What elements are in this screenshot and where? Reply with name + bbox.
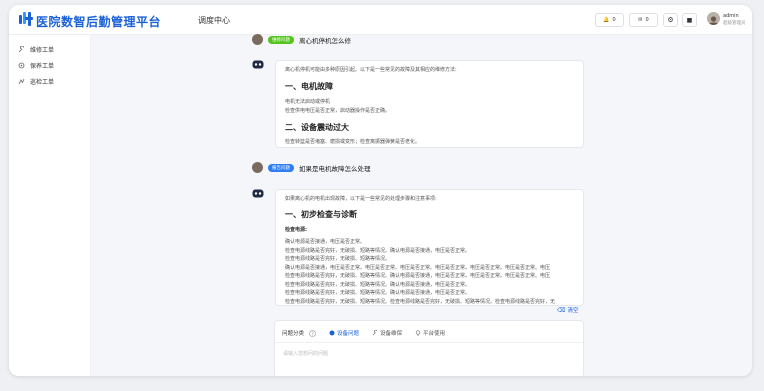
gear-icon: ⚙ (667, 16, 674, 24)
answer-card: 离心机停机可能由多种原因引起。以下是一些常见的故障及其相应的维修方法: 一、电机… (275, 60, 584, 148)
divider (275, 342, 583, 343)
top-header: 医院数智后勤管理平台 调度中心 🔔 0 ✉ 0 ⚙ ■ admin 超级管理员 (9, 5, 752, 35)
pin-icon (329, 330, 335, 336)
sidebar-item-label: 保养工单 (30, 63, 55, 70)
gear-icon (18, 62, 25, 69)
settings-button[interactable]: ⚙ (663, 13, 678, 27)
user-avatar-icon (252, 34, 263, 45)
route-icon (18, 78, 25, 85)
sidebar-item-maintenance[interactable]: 保养工单 (18, 61, 54, 70)
category-option-device[interactable]: 设备问题 (329, 329, 359, 337)
category-option-platform[interactable]: 平台使用 (415, 329, 445, 337)
video-button[interactable]: ■ (682, 13, 697, 27)
question-tag: 报告问题 (268, 163, 294, 172)
sidebar-item-repair[interactable]: 维修工单 (18, 45, 54, 54)
bot-icon (252, 189, 264, 198)
answer-line: 检查转篮是否堵塞、磨损或变形；检查离振器弹簧是否老化。 (285, 139, 421, 145)
answer-subheading: 检查电源: (285, 227, 307, 233)
category-row: 问题分类 ? 设备问题 设备维保 平台使用 (282, 329, 445, 337)
video-icon: ■ (686, 16, 693, 24)
user-avatar-icon (252, 162, 263, 173)
answer-line: 检查供电电压是否正常，启动器操作是否正确。 (285, 108, 391, 114)
message-button[interactable]: ✉ 0 (629, 13, 658, 27)
app-window: 医院数智后勤管理平台 调度中心 🔔 0 ✉ 0 ⚙ ■ admin 超级管理员 … (9, 5, 752, 376)
answer-intro: 如果离心机的电机出现故障，以下是一些常见的处理步骤和注意事项: (285, 196, 437, 202)
question-input-box[interactable]: 问题分类 ? 设备问题 设备维保 平台使用 请输入您想问的问题 (274, 320, 584, 376)
user-icon (709, 16, 718, 25)
sidebar-item-label: 维修工单 (30, 47, 55, 54)
option-label: 设备维保 (380, 331, 403, 337)
answer-line: 检查电源线路是否完好，无破损、短路等情况。检查电源线路是否完好，无破损、短路等情… (285, 298, 556, 305)
brand-title: 医院数智后勤管理平台 (36, 15, 162, 29)
broom-icon: ⌫ (557, 306, 566, 314)
category-label: 问题分类 (282, 331, 305, 337)
user-question: 报告问题 如果是电机故障怎么处理 (252, 162, 371, 173)
message-count: 0 (645, 17, 649, 23)
wrench-icon (18, 46, 24, 53)
question-input-placeholder[interactable]: 请输入您想问的问题 (283, 350, 328, 357)
answer-card: 如果离心机的电机出现故障，以下是一些常见的处理步骤和注意事项: 一、初步检查与诊… (275, 189, 584, 306)
user-role: 超级管理员 (723, 21, 746, 26)
answer-line: 电机无法启动或停机 (285, 99, 331, 105)
clear-label: 清空 (567, 308, 579, 314)
question-text: 如果是电机故障怎么处理 (299, 164, 371, 173)
sidebar-item-inspection[interactable]: 巡检工单 (18, 77, 54, 86)
answer-line: 确认电源是否接通，电压是否正常。电压是否正常。电压是否正常。电压是否正常。电压是… (285, 264, 551, 271)
answer-line: 检查电源线路是否完好，无破损、短路等情况。 (285, 256, 391, 262)
option-label: 平台使用 (423, 331, 446, 337)
answer-line: 检查电源线路是否完好，无破损、短路等情况。确认电源是否接通，电压是否正常。 (285, 290, 471, 296)
svg-text:?: ? (311, 331, 314, 337)
notification-count: 0 (612, 17, 616, 23)
answer-line: 检查电源线路是否完好，无破损、短路等情况。确认电源是否接通，电压是否正常。 (285, 247, 471, 254)
message-icon: ✉ (638, 17, 643, 23)
help-icon[interactable]: ? (309, 329, 316, 337)
notification-button[interactable]: 🔔 0 (595, 13, 624, 27)
user-name: admin (723, 13, 739, 19)
bell-icon: 🔔 (603, 17, 610, 23)
user-question: 维修问题 离心机停机怎么修 (252, 34, 351, 45)
section-heading: 二、设备震动过大 (285, 123, 349, 132)
question-text: 离心机停机怎么修 (299, 36, 351, 45)
clear-button[interactable]: ⌫ 清空 (557, 306, 579, 315)
wrench-icon (372, 330, 378, 336)
category-option-maintenance[interactable]: 设备维保 (372, 329, 402, 337)
answer-line: 检查电源线路是否完好，无破损、短路等情况。确认电源是否接通，电压是否正常。电压是… (285, 273, 551, 279)
location-icon (415, 330, 421, 336)
option-label: 设备问题 (337, 331, 360, 337)
question-tag: 维修问题 (268, 35, 294, 44)
answer-intro: 离心机停机可能由多种原因引起。以下是一些常见的故障及其相应的维修方法: (285, 67, 457, 73)
answer-line: 确认电源是否接通，电压是否正常。 (285, 239, 366, 245)
logo-icon (19, 12, 33, 26)
bot-icon (252, 60, 264, 69)
avatar[interactable] (707, 12, 720, 25)
page-title: 调度中心 (198, 16, 230, 25)
section-heading: 一、初步检查与诊断 (285, 210, 357, 219)
answer-line: 检查电源线路是否完好，无破损、短路等情况。确认电源是否接通，电压是否正常。 (285, 281, 471, 288)
sidebar: 维修工单 保养工单 巡检工单 (9, 35, 91, 376)
sidebar-item-label: 巡检工单 (30, 79, 55, 86)
section-heading: 一、电机故障 (285, 82, 333, 91)
